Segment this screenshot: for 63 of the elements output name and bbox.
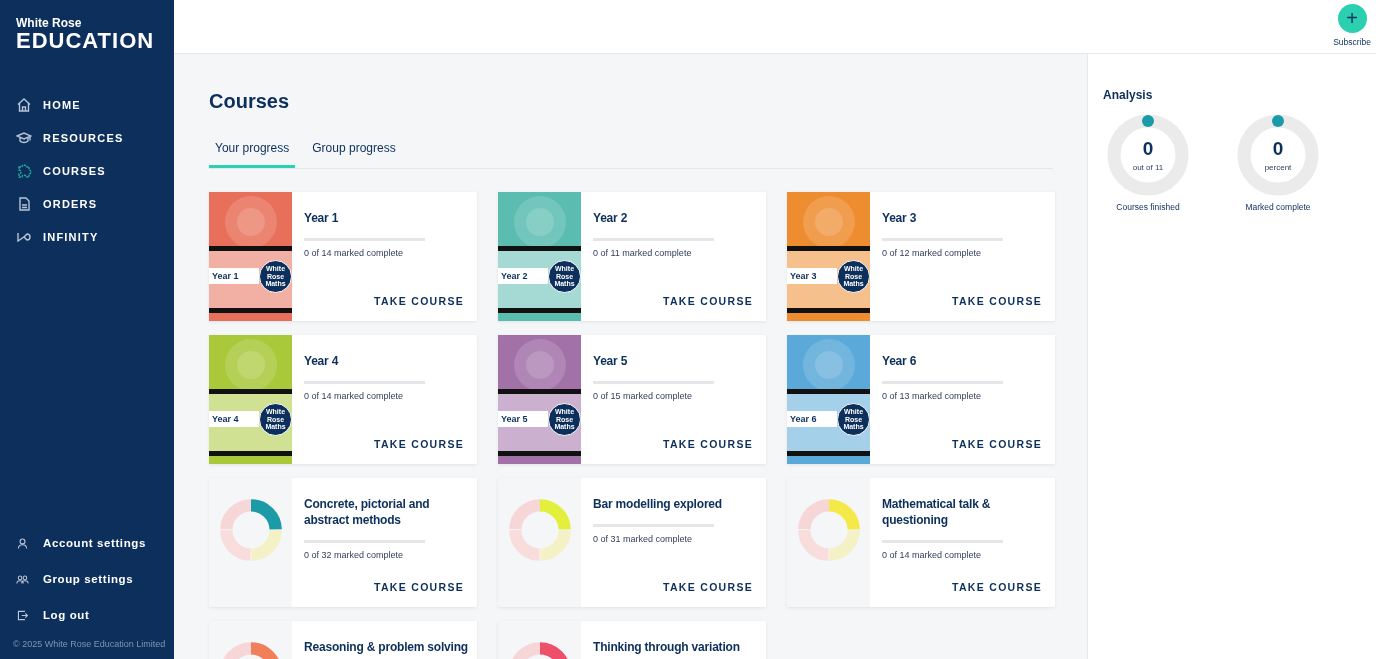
- course-title: Thinking through variation: [593, 639, 741, 655]
- logout-icon: [16, 608, 29, 622]
- cover-label: Year 5: [498, 411, 548, 427]
- course-title: Year 3: [882, 210, 918, 226]
- stat-value: 0: [1272, 138, 1284, 160]
- take-course-button[interactable]: TAKE COURSE: [374, 295, 464, 307]
- nav-item[interactable]: COURSES: [0, 154, 174, 187]
- progress-text: 0 of 11 marked complete: [593, 248, 693, 258]
- take-course-button[interactable]: TAKE COURSE: [952, 295, 1042, 307]
- progress-text: 0 of 14 marked complete: [304, 391, 405, 401]
- nav-item[interactable]: Account settings: [0, 525, 174, 561]
- copyright-text: © 2025 White Rose Education Limited: [13, 639, 167, 649]
- stat-value: 0: [1142, 138, 1154, 160]
- subscribe-label: Subscribe: [1333, 37, 1371, 47]
- progress-text: 0 of 12 marked complete: [882, 248, 983, 258]
- take-course-button[interactable]: TAKE COURSE: [663, 295, 753, 307]
- progress-text: 0 of 31 marked complete: [593, 534, 694, 544]
- stat-unit: out of 11: [1132, 163, 1164, 172]
- progress-text: 0 of 14 marked complete: [304, 248, 405, 258]
- course-title: Bar modelling explored: [593, 496, 723, 512]
- stat-caption: Courses finished: [1116, 202, 1180, 212]
- progress-text: 0 of 32 marked complete: [304, 550, 405, 560]
- stat-unit: percent: [1264, 163, 1292, 172]
- take-course-button[interactable]: TAKE COURSE: [374, 581, 464, 593]
- tab[interactable]: Group progress: [306, 133, 402, 168]
- course-title: Year 2: [593, 210, 629, 226]
- tab[interactable]: Your progress: [209, 133, 296, 168]
- nav-item[interactable]: Log out: [0, 597, 174, 633]
- take-course-button[interactable]: TAKE COURSE: [952, 438, 1042, 450]
- take-course-button[interactable]: TAKE COURSE: [374, 438, 464, 450]
- nav-item[interactable]: RESOURCES: [0, 121, 174, 154]
- course-title: Mathematical talk & questioning: [882, 496, 992, 528]
- progress-text: 0 of 15 marked complete: [593, 391, 694, 401]
- stat-caption: Marked complete: [1245, 202, 1311, 212]
- home-icon: [16, 96, 32, 113]
- progress-text: 0 of 13 marked complete: [882, 391, 983, 401]
- progress-text: 0 of 14 marked complete: [882, 550, 983, 560]
- cover-label: Year 2: [498, 268, 548, 284]
- course-title: Year 1: [304, 210, 340, 226]
- course-title: Reasoning & problem solving: [304, 639, 469, 655]
- cover-label: Year 1: [209, 268, 259, 284]
- page-title: Courses: [209, 90, 291, 114]
- nav-item[interactable]: INFINITY: [0, 220, 174, 253]
- document-icon: [16, 195, 32, 212]
- nav-item[interactable]: HOME: [0, 88, 174, 121]
- user-icon: [16, 536, 29, 550]
- nav-item[interactable]: Group settings: [0, 561, 174, 597]
- course-title: Year 6: [882, 353, 918, 369]
- graduation-cap-icon: [16, 129, 32, 146]
- take-course-button[interactable]: TAKE COURSE: [952, 581, 1042, 593]
- take-course-button[interactable]: TAKE COURSE: [663, 438, 753, 450]
- course-title: Concrete, pictorial and abstract methods: [304, 496, 431, 528]
- analysis-title: Analysis: [1103, 88, 1154, 102]
- nav-item[interactable]: ORDERS: [0, 187, 174, 220]
- course-title: Year 4: [304, 353, 340, 369]
- take-course-button[interactable]: TAKE COURSE: [663, 581, 753, 593]
- cover-label: Year 3: [787, 268, 837, 284]
- course-title: Year 5: [593, 353, 629, 369]
- logo[interactable]: White Rose EDUCATION: [16, 16, 174, 54]
- puzzle-icon: [16, 162, 32, 179]
- subscribe-button[interactable]: +: [1337, 4, 1367, 33]
- cover-label: Year 6: [787, 411, 837, 427]
- cover-label: Year 4: [209, 411, 259, 427]
